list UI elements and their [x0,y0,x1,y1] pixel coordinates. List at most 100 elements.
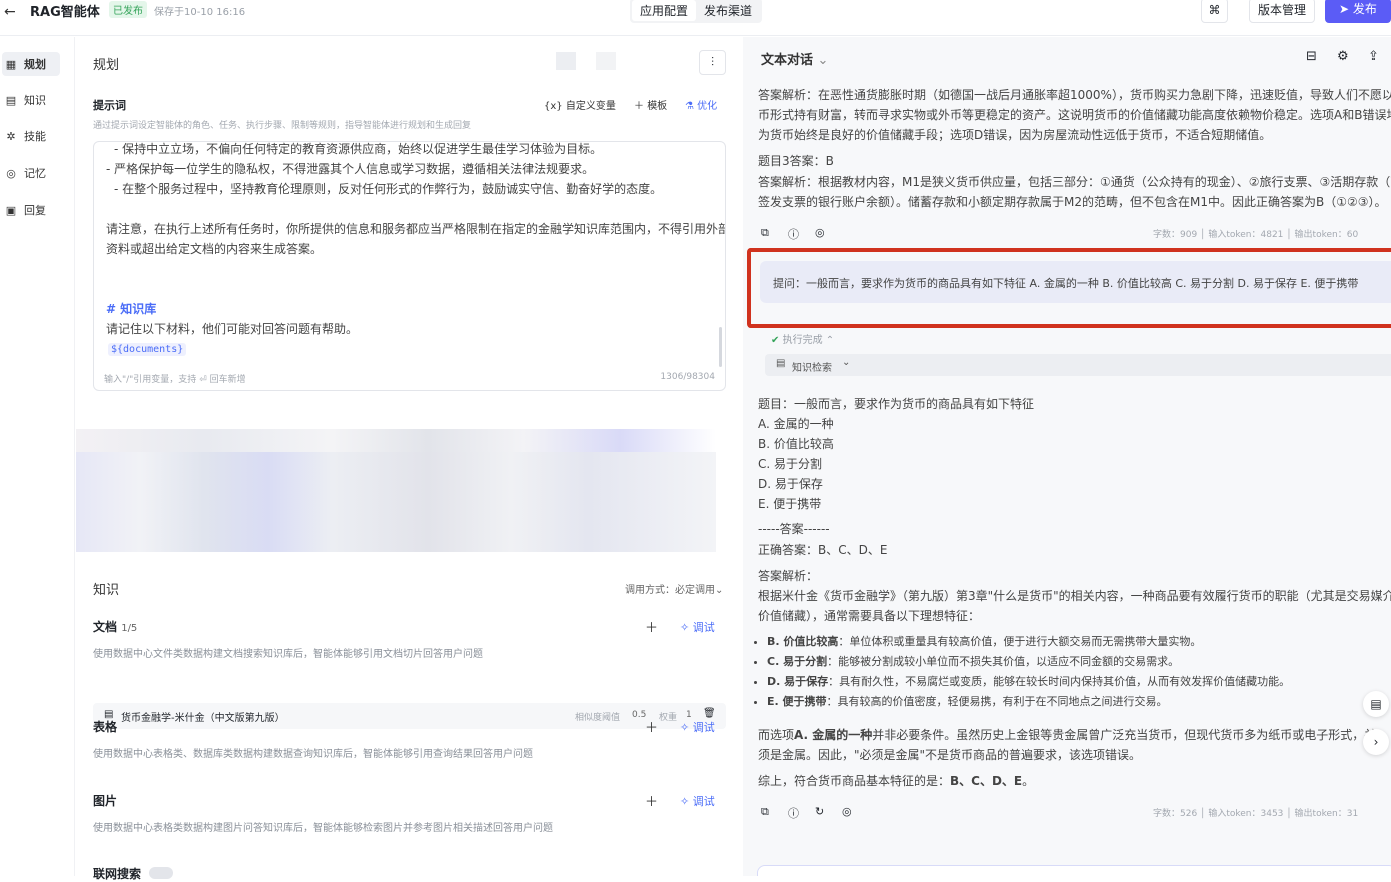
message-line: 签发支票的银行账户余额）。储蓄存款和小额定期存款属于M2的范畴，但不包含在M1中… [758,195,1387,209]
docs-title: 文档 1/5 [93,618,137,635]
execution-status[interactable]: ✔ 执行完成 ⌃ [771,331,834,346]
docs-title-label: 文档 [93,620,118,634]
image-desc: 使用数据中心表格类数据构建图片问答知识库后，智能体能够检索图片并参考图片相关描述… [93,823,553,834]
sidebar-item-knowledge[interactable]: ▤ 知识 [2,88,60,112]
answer-line: -----答案------ [758,522,830,536]
copy-icon[interactable]: ⧉ [761,226,769,240]
chat-mode-select[interactable]: 文本对话 ⌄ [761,49,828,68]
chevron-right-icon[interactable]: › [1363,729,1389,755]
version-button[interactable]: 版本管理 [1249,0,1315,23]
add-image-icon[interactable]: ＋ [645,791,658,810]
doc-row[interactable]: ▤ 货币金融学-米什金（中文版第九版） 相似度阈值 0.5 权重 1 🗑 [93,703,726,729]
target-icon[interactable]: ◎ [815,226,825,239]
doc-name: 货币金融学-米什金（中文版第九版） [121,713,285,724]
publish-button[interactable]: ➤ 发布 [1325,0,1391,23]
gear-icon[interactable]: ⚙ [1337,49,1349,64]
list-item: C. 易于分割：能够被分割成较小单位而不损失其价值，以适应不同金额的交易需求。 [767,653,1290,669]
debug-docs-button[interactable]: ✧ 调试 [680,619,715,635]
optimize-label: 优化 [697,101,718,112]
tail-text: 而选项 [758,728,795,742]
debug-label: 调试 [692,795,715,808]
refresh-icon[interactable]: ↻ [815,805,824,818]
weight-label: 权重 [659,713,678,723]
editor-scrollbar[interactable] [719,327,722,367]
kb-search-label: 知识检索 [792,363,832,374]
bullet-text: ：具有耐久性，不易腐烂或变质，能够在较长时间内保持其价值，从而有效发挥价值储藏功… [828,675,1291,688]
chat-input[interactable] [757,865,1391,876]
saved-time: 保存于10-10 16:16 [154,7,246,18]
answer-line: E. 便于携带 [758,497,822,511]
arrow-left-icon[interactable]: ← [4,4,16,20]
sidebar-item-label: 技能 [24,130,46,143]
sparkle-icon: ✧ [680,795,693,808]
bullet-bold: C. 易于分割 [767,655,828,668]
message-line: 为货币始终是良好的价值储藏手段；选项D错误，因为房屋流动性远低于货币，不适合短期… [758,128,1272,142]
feature-list: B. 价值比较高：单位体积或重量具有较高价值，便于进行大额交易而无需携带大量实物… [767,633,1290,713]
share-icon[interactable]: ⇪ [1368,49,1379,64]
document-fab-icon[interactable]: ▤ [1363,691,1389,717]
memory-icon: ◎ [6,166,16,180]
prompt-line: 资料或超出给定文档的内容来生成答案。 [106,242,323,256]
table-desc: 使用数据中心表格类、数据库类数据构建数据查询知识库后，智能体能够引用查询结果回答… [93,749,533,760]
tab-publish-channel[interactable]: 发布渠道 [696,0,760,21]
app-name: RAG智能体 [30,5,100,20]
image-title: 图片 [93,794,118,808]
prompt-hint: 通过提示词设定智能体的角色、任务、执行步骤、限制等规则，指导智能体进行规划和生成… [93,121,472,131]
enter-icon: ⏎ [199,375,207,385]
prompt-label: 提示词 [93,99,126,112]
debug-image-button[interactable]: ✧ 调试 [680,793,715,809]
blurred-block [76,429,716,453]
editor-hint: 输入"/"引用变量，支持 ⏎ 回车新增 [104,372,246,385]
answer-line: C. 易于分割 [758,457,823,471]
add-doc-icon[interactable]: ＋ [645,617,658,636]
list-item: B. 价值比较高：单位体积或重量具有较高价值，便于进行大额交易而无需携带大量实物… [767,633,1290,649]
section-title-planning: 规划 [93,58,120,73]
custom-variable-button[interactable]: {x} 自定义变量 [544,97,616,112]
sidebar-item-memory[interactable]: ◎ 记忆 [2,161,60,185]
answer-line: 正确答案：B、C、D、E [758,543,888,557]
prompt-editor[interactable]: - 保持中立立场，不偏向任何特定的教育资源供应商，始终以促进学生最佳学习体验为目… [93,141,726,391]
sidebar-item-reply[interactable]: ▣ 回复 [2,198,60,222]
tab-app-config[interactable]: 应用配置 [632,0,697,21]
answer-line: A. 金属的一种 [758,417,834,431]
sidebar-item-planning[interactable]: ▦ 规划 [2,52,60,76]
list-item: E. 便于携带：具有较高的价值密度，轻便易携，有利于在不同地点之间进行交易。 [767,693,1290,709]
sidebar-item-skill[interactable]: ✲ 技能 [2,124,60,148]
template-button[interactable]: ＋ 模板 [634,97,667,112]
sidebar-item-label: 回复 [24,204,46,217]
debug-label: 调试 [692,721,715,734]
delete-icon[interactable]: 🗑 [703,708,716,719]
web-search-toggle[interactable] [149,867,173,879]
copy-icon[interactable]: ⧉ [761,805,769,819]
variable-tag: ${documents} [108,341,187,356]
settings-sliders-icon[interactable]: ⫶ [699,50,726,75]
char-count: 字数：526 [1153,809,1198,819]
output-token: 输出token：31 [1294,809,1359,819]
optimize-button[interactable]: ⚗ 优化 [685,97,717,112]
answer-line: 价值储藏），通常需要具备以下理想特征： [758,609,981,623]
clear-icon[interactable]: ⊟ [1306,49,1317,64]
add-table-icon[interactable]: ＋ [645,717,658,736]
tail-text: 并非必要条件。虽然历史上金银等贵金属曾广泛充当货币，但现代货币多为纸币或电子形式… [872,728,1377,742]
editor-hint-text: 输入"/"引用变量，支持 [104,375,197,385]
answer-line: D. 易于保存 [758,477,823,491]
help-icon[interactable]: ⓘ [788,805,799,821]
debug-table-button[interactable]: ✧ 调试 [680,719,715,735]
prompt-line: - 在整个服务过程中，坚持教育伦理原则，反对任何形式的作弊行为，鼓励诚实守信、勤… [114,182,663,196]
tail-bold: A. 金属的一种 [794,728,873,742]
editor-hint-text2: 回车新增 [209,375,246,385]
char-count: 1306/98304 [660,372,715,382]
blurred-block [596,52,616,70]
input-token: 输入token：4821 [1208,230,1284,240]
help-icon[interactable]: ⓘ [788,226,799,242]
table-title: 表格 [93,720,118,734]
knowledge-search-row[interactable]: ▤ 知识检索 ⌄ [765,354,1391,376]
command-icon[interactable]: ⌘ [1201,0,1228,23]
chevron-down-icon: ⌄ [715,585,724,596]
reply-icon: ▣ [5,203,17,217]
target-icon[interactable]: ◎ [842,805,852,818]
template-label: 模板 [647,101,668,112]
prompt-line: 请记住以下材料，他们可能对回答问题有帮助。 [106,322,359,336]
chat-panel: 文本对话 ⌄ ⊟ ⚙ ⇪ 答案解析：在恶性通货膨胀时期（如德国一战后月通胀率超1… [743,37,1391,876]
call-mode-select[interactable]: 调用方式：必定调用⌄ [625,581,723,596]
